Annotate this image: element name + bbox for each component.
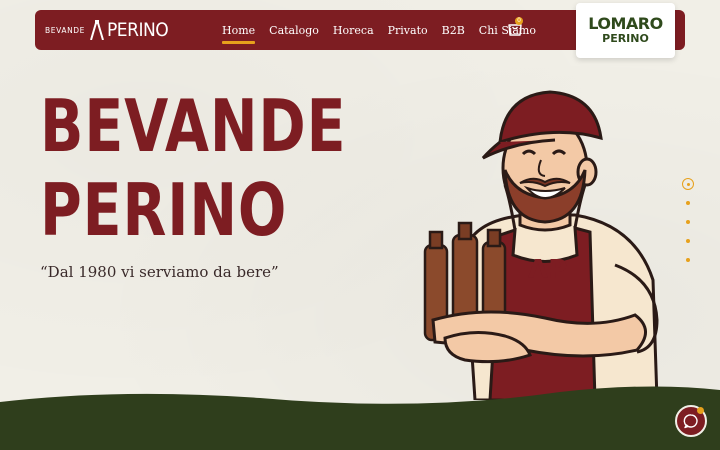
- logo-bottle-mark-icon: [90, 20, 104, 40]
- ground-wave: [0, 386, 720, 450]
- pager-dot-5[interactable]: [686, 258, 690, 262]
- site-logo[interactable]: BEVANDE PERINO: [45, 19, 169, 41]
- partner-logo-card[interactable]: LOMARO PERINO: [576, 3, 675, 58]
- hero-tagline: “Dal 1980 vi serviamo da bere”: [40, 263, 279, 281]
- pager-dot-3[interactable]: [686, 220, 690, 224]
- nav-item-catalogo[interactable]: Catalogo: [269, 24, 319, 37]
- hero-title-line2: PERINO: [40, 168, 288, 252]
- hero-title: BEVANDE PERINO: [40, 84, 346, 252]
- partner-logo-line1: LOMARO: [588, 14, 663, 33]
- logo-small-text: BEVANDE: [45, 25, 85, 35]
- chat-icon: [683, 414, 698, 429]
- nav-item-privato[interactable]: Privato: [388, 24, 428, 37]
- partner-logo-line2: PERINO: [602, 32, 649, 45]
- nav-item-home[interactable]: Home: [222, 24, 256, 44]
- nav-item-b2b[interactable]: B2B: [442, 24, 465, 37]
- nav-item-horeca[interactable]: Horeca: [333, 24, 374, 37]
- slider-pagination: [680, 178, 696, 277]
- mascot-illustration: ΛP: [423, 90, 659, 400]
- chat-notification-dot: [697, 407, 704, 414]
- pager-dot-2[interactable]: [686, 201, 690, 205]
- pager-dot-4[interactable]: [686, 239, 690, 243]
- hero-title-line1: BEVANDE: [40, 84, 347, 168]
- pager-dot-1[interactable]: [682, 178, 694, 190]
- cart-count-badge: 0: [515, 17, 523, 25]
- logo-big-text: PERINO: [107, 19, 169, 41]
- apron-monogram: ΛP: [528, 255, 567, 285]
- main-nav: Home Catalogo Horeca Privato B2B Chi Sia…: [222, 10, 550, 50]
